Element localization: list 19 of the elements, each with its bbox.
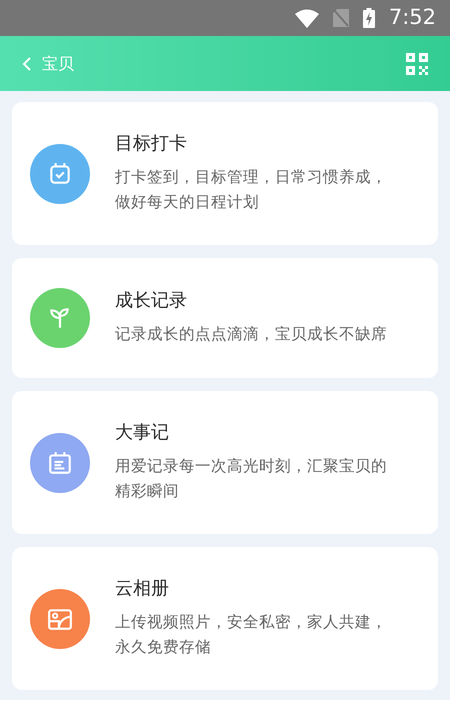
clock-time: 7:52	[388, 4, 436, 32]
page-title: 宝贝	[42, 52, 74, 74]
feature-description: 上传视频照片，安全私密，家人共建，永久免费存储	[115, 612, 388, 658]
feature-title: 云相册	[115, 577, 170, 601]
feature-description: 用爱记录每一次高光时刻，汇聚宝贝的精彩瞬间	[115, 456, 388, 502]
feature-card[interactable]: 云相册 上传视频照片，安全私密，家人共建，永久免费存储	[12, 547, 438, 690]
feature-description: 记录成长的点点滴滴，宝贝成长不缺席	[115, 324, 388, 345]
feature-title: 目标打卡	[115, 132, 188, 156]
feature-card[interactable]: 成长记录 记录成长的点点滴滴，宝贝成长不缺席	[12, 258, 438, 378]
battery-charging-icon	[362, 8, 375, 28]
wifi-icon	[294, 8, 319, 28]
back-icon[interactable]	[22, 56, 32, 72]
feature-card[interactable]: 目标打卡 打卡签到，目标管理，日常习惯养成，做好每天的日程计划	[12, 102, 438, 245]
feature-title: 大事记	[115, 421, 170, 445]
feature-description: 打卡签到，目标管理，日常习惯养成，做好每天的日程计划	[115, 167, 388, 213]
feature-title: 成长记录	[115, 289, 188, 313]
no-sim-icon	[332, 9, 349, 27]
qr-code-icon[interactable]	[406, 52, 428, 74]
feature-card[interactable]: 大事记 用爱记录每一次高光时刻，汇聚宝贝的精彩瞬间	[12, 391, 438, 534]
